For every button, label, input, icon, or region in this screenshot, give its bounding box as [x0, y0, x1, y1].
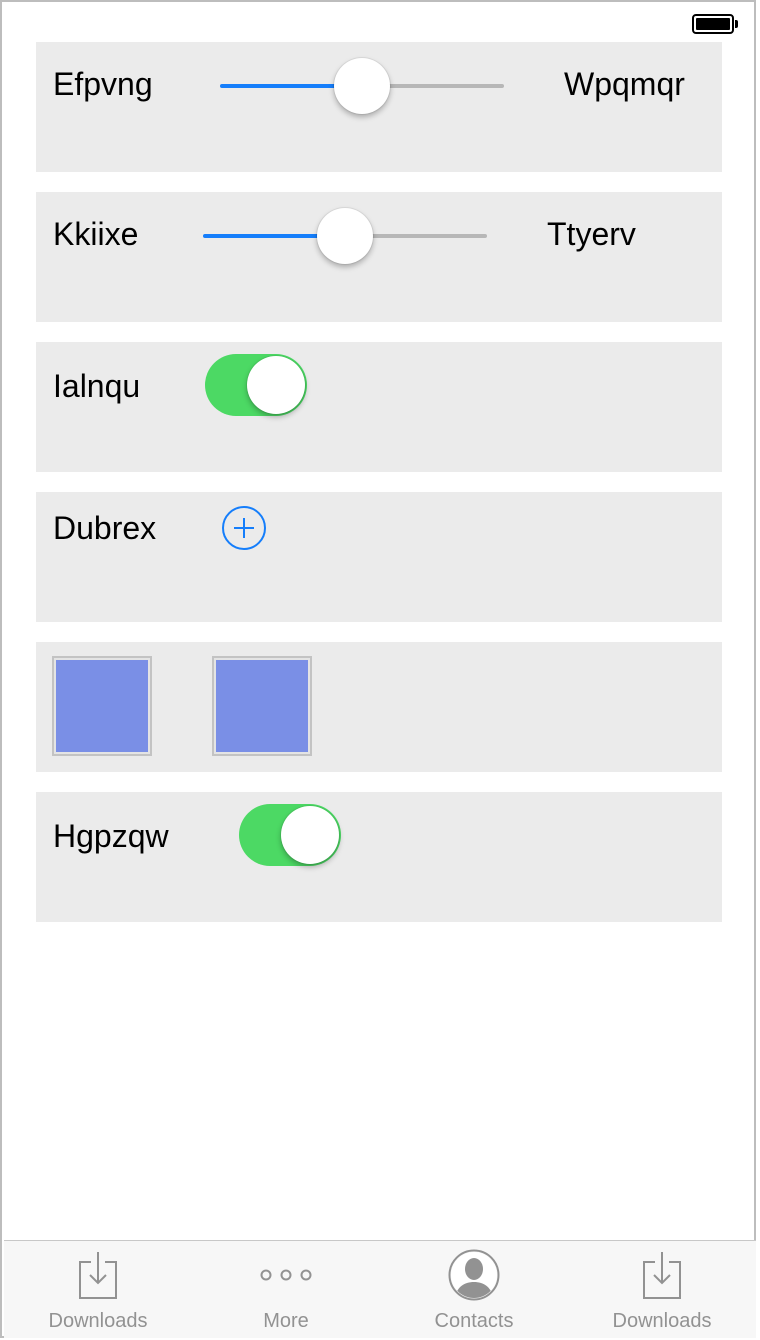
add-row-dubrex: Dubrex — [36, 492, 722, 622]
toggle-knob — [247, 356, 305, 414]
tab-bar: Downloads More Contacts Downloads — [4, 1240, 756, 1338]
tab-label: Contacts — [434, 1310, 514, 1332]
color-swatch-2[interactable] — [212, 656, 312, 756]
hgpzqw-toggle[interactable] — [239, 804, 341, 866]
contacts-icon — [448, 1249, 500, 1301]
download-icon — [643, 1252, 681, 1299]
more-icon — [260, 1269, 312, 1281]
tab-label: Downloads — [48, 1310, 148, 1332]
toggle-row-ialnqu: Ialnqu — [36, 342, 722, 472]
battery-icon — [692, 14, 738, 34]
kkiixe-slider[interactable] — [203, 206, 487, 266]
color-swatch-1[interactable] — [52, 656, 152, 756]
slider-thumb[interactable] — [334, 58, 390, 114]
swatch-row — [36, 642, 722, 772]
toggle-label: Ialnqu — [53, 368, 141, 404]
slider-label: Efpvng — [53, 66, 153, 102]
tab-downloads-2[interactable]: Downloads — [568, 1241, 756, 1339]
slider-max-label: Ttyerv — [547, 216, 636, 252]
tab-label: More — [263, 1310, 309, 1332]
swatch-fill — [56, 660, 148, 752]
tab-label: Downloads — [612, 1310, 712, 1332]
slider-thumb[interactable] — [317, 208, 373, 264]
app-screen: Efpvng Wpqmqr Kkiixe Ttyerv Ialnqu Dubre… — [0, 0, 756, 1338]
slider-label: Kkiixe — [53, 216, 139, 252]
efpvng-slider[interactable] — [220, 56, 504, 116]
tab-downloads[interactable]: Downloads — [4, 1241, 192, 1339]
toggle-label: Hgpzqw — [53, 818, 169, 854]
slider-max-label: Wpqmqr — [564, 66, 685, 102]
tab-more[interactable]: More — [192, 1241, 380, 1339]
toggle-row-hgpzqw: Hgpzqw — [36, 792, 722, 922]
ialnqu-toggle[interactable] — [205, 354, 307, 416]
tab-contacts[interactable]: Contacts — [380, 1241, 568, 1339]
toggle-knob — [281, 806, 339, 864]
download-icon — [79, 1252, 117, 1299]
add-label: Dubrex — [53, 510, 157, 546]
add-button[interactable] — [222, 506, 266, 550]
slider-row-efpvng: Efpvng Wpqmqr — [36, 42, 722, 172]
swatch-fill — [216, 660, 308, 752]
slider-row-kkiixe: Kkiixe Ttyerv — [36, 192, 722, 322]
